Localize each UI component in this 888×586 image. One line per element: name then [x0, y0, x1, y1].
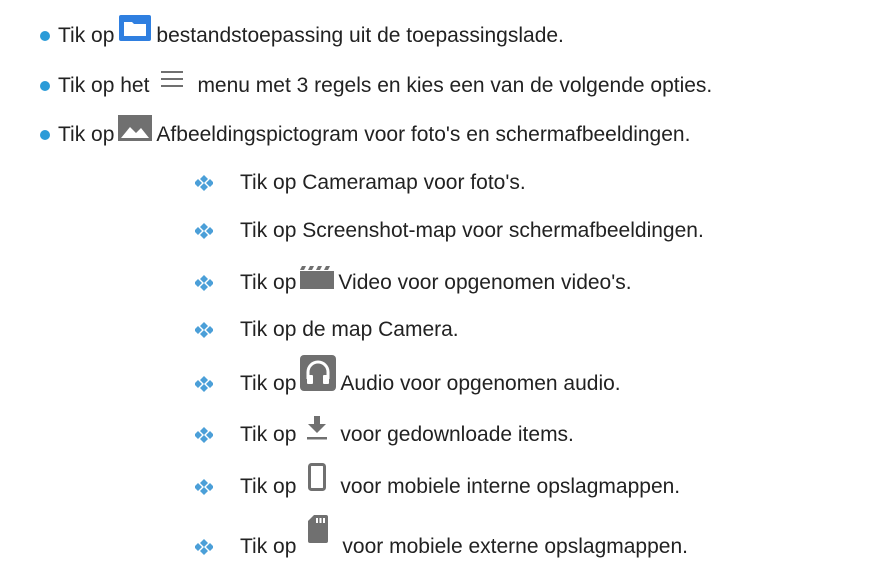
item-text-post: Afbeeldingspictogram voor foto's en sche… — [156, 123, 691, 146]
item-text-post: voor mobiele interne opslagmappen. — [340, 475, 681, 498]
item-text: Tik op de map Camera. — [240, 318, 459, 341]
list-item: Tik op voor gedownloade items. — [240, 415, 574, 446]
list-item: Tik op Cameramap voor foto's. — [240, 172, 526, 193]
list-item: Tik op bestandstoepassing uit de toepass… — [58, 14, 564, 47]
diamond-bullet-icon — [195, 175, 213, 191]
diamond-bullet-icon — [195, 322, 213, 338]
item-text-pre: Tik op — [240, 535, 297, 558]
item-text-post: voor gedownloade items. — [340, 423, 574, 446]
item-text-post: Video voor opgenomen video's. — [338, 271, 632, 294]
list-item: Tik op Audio voor opgenomen audio. — [240, 354, 621, 395]
download-icon — [307, 415, 328, 439]
video-clapper-icon — [300, 265, 335, 289]
item-text-pre: Tik op — [240, 423, 297, 446]
list-item: Tik op Screenshot-map voor schermafbeeld… — [240, 220, 704, 241]
list-item: Tik op voor mobiele interne opslagmappen… — [240, 462, 681, 498]
list-item: Tik op Video voor opgenomen video's. — [240, 265, 632, 294]
item-text-pre: Tik op — [240, 271, 297, 294]
list-item: Tik op voor mobiele externe opslagmappen… — [240, 514, 688, 558]
diamond-bullet-icon — [195, 539, 213, 555]
item-text-pre: Tik op — [58, 123, 115, 146]
folder-icon — [119, 14, 152, 41]
item-text-pre: Tik op — [240, 372, 297, 395]
diamond-bullet-icon — [195, 275, 213, 291]
bullet — [40, 130, 50, 140]
item-text: Tik op Screenshot-map voor schermafbeeld… — [240, 219, 704, 242]
list-item: Tik op de map Camera. — [240, 319, 459, 340]
diamond-bullet-icon — [195, 479, 213, 495]
bullet — [40, 81, 50, 91]
list-item: Tik op het menu met 3 regels en kies een… — [58, 70, 713, 97]
hamburger-menu-icon — [161, 70, 184, 87]
item-text-post: voor mobiele externe opslagmappen. — [342, 535, 688, 558]
item-text-post: Audio voor opgenomen audio. — [340, 372, 621, 395]
item-text-pre: Tik op het — [58, 74, 150, 97]
bullet — [40, 31, 50, 41]
sd-card-icon — [308, 514, 329, 543]
phone-icon — [308, 462, 327, 491]
item-text-post: menu met 3 regels en kies een van de vol… — [197, 74, 713, 97]
item-text-pre: Tik op — [240, 475, 297, 498]
diamond-bullet-icon — [195, 376, 213, 392]
item-text: Tik op Cameramap voor foto's. — [240, 171, 526, 194]
item-text-pre: Tik op — [58, 24, 115, 47]
list-item: Tik op Afbeeldingspictogram voor foto's … — [58, 114, 691, 146]
item-text-post: bestandstoepassing uit de toepassingslad… — [156, 24, 564, 47]
diamond-bullet-icon — [195, 427, 213, 443]
diamond-bullet-icon — [195, 223, 213, 239]
headphones-icon — [300, 354, 337, 391]
image-icon — [118, 114, 153, 141]
